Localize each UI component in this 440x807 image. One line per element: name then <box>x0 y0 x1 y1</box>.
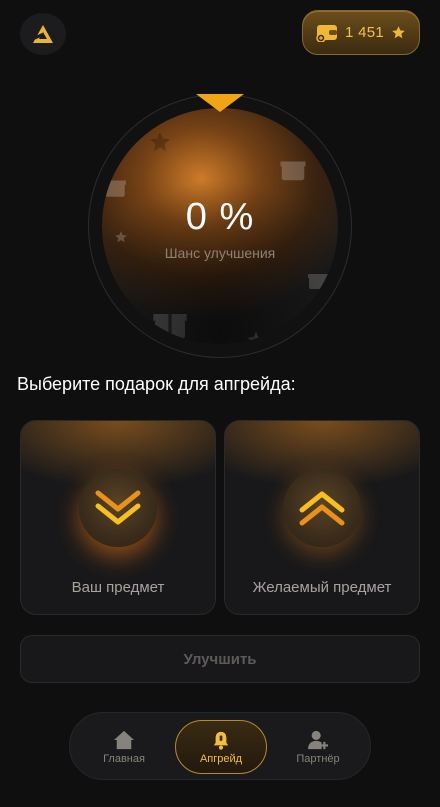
nav-label-partner: Партнёр <box>296 752 340 765</box>
bottom-nav: Главная Апгрейд Партнёр <box>69 712 371 780</box>
star-icon <box>392 26 405 39</box>
section-title: Выберите подарок для апгрейда: <box>17 374 296 394</box>
chance-label: Шанс улучшения <box>164 245 276 261</box>
desired-item-label: Желаемый предмет <box>252 579 392 596</box>
wheel-pointer <box>196 94 244 112</box>
nav-item-upgrade[interactable]: Апгрейд <box>175 720 267 774</box>
wallet-icon <box>316 24 337 42</box>
your-item-label: Ваш предмет <box>71 579 165 596</box>
nav-item-partner[interactable]: Партнёр <box>272 720 364 774</box>
logo-button[interactable] <box>20 13 66 55</box>
chance-value: 0 % <box>185 196 255 238</box>
add-user-icon <box>308 730 328 749</box>
bell-icon <box>213 731 229 750</box>
select-your-item-button[interactable] <box>79 469 157 547</box>
improve-button[interactable]: Улучшить <box>20 635 420 683</box>
home-icon <box>114 730 134 749</box>
your-item-card[interactable]: Ваш предмет <box>20 420 216 615</box>
gift-decoration-icon <box>280 161 306 181</box>
star-decoration-icon <box>247 331 265 344</box>
chevron-double-down-icon <box>95 490 141 525</box>
triangle-logo-icon <box>33 25 53 43</box>
select-desired-item-button[interactable] <box>283 469 361 547</box>
star-decoration-icon <box>150 132 170 152</box>
upgrade-wheel: 0 % Шанс улучшения <box>88 94 352 358</box>
chevron-double-up-icon <box>299 491 345 526</box>
gift-decoration-icon <box>153 314 187 339</box>
balance-value: 1 451 <box>344 24 385 41</box>
gift-decoration-icon <box>308 274 328 289</box>
balance-badge[interactable]: 1 451 <box>302 10 420 55</box>
nav-item-home[interactable]: Главная <box>78 720 170 774</box>
desired-item-card[interactable]: Желаемый предмет <box>224 420 420 615</box>
nav-label-home: Главная <box>103 752 145 765</box>
nav-label-upgrade: Апгрейд <box>199 752 243 765</box>
